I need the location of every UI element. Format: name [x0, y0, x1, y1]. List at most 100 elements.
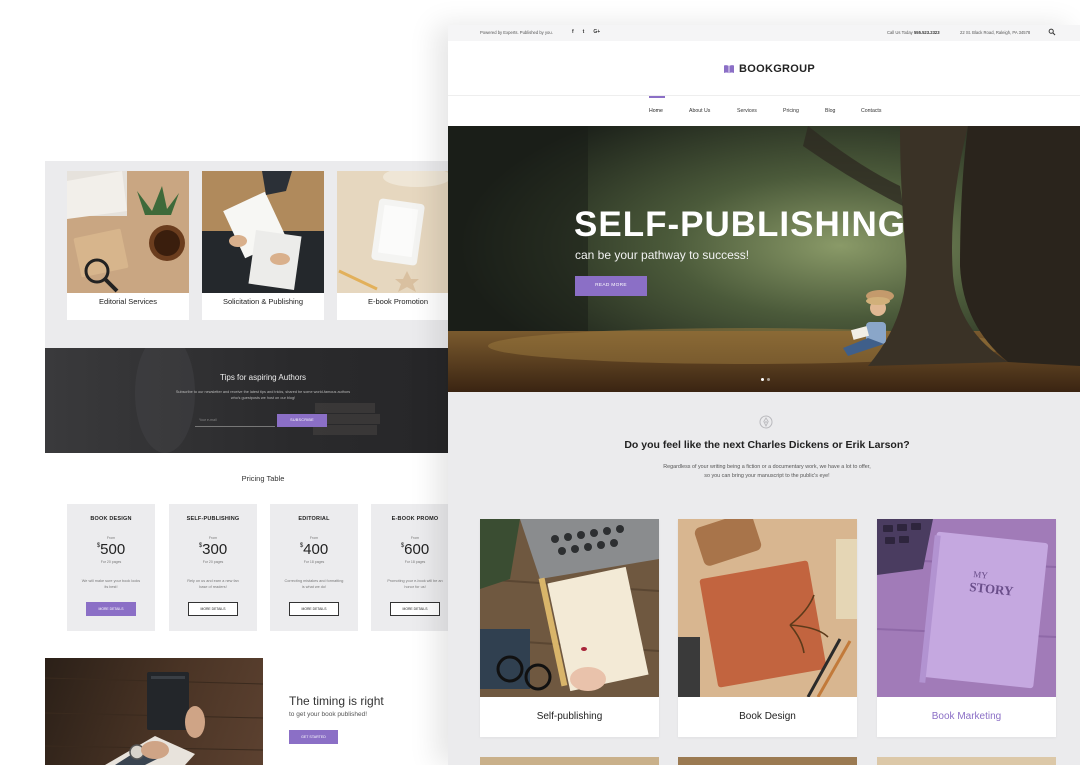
plan-from: From [208, 536, 218, 540]
intro-title: Do you feel like the next Charles Dicken… [624, 439, 910, 451]
services-band: Editorial Services Solicitation & Publis [45, 161, 465, 348]
plan-price: $500 [67, 541, 155, 558]
service-card-solicitation[interactable]: Solicitation & Publishing [202, 171, 324, 320]
screenshot-stage: Editorial Services Solicitation & Publis [0, 0, 1080, 765]
pricing-title: Pricing Table [241, 474, 285, 483]
slider-dots [761, 378, 770, 381]
price-card-ebook-promo: E-BOOK PROMO From $600 For 18 pages Prom… [371, 504, 459, 631]
hero-title: SELF-PUBLISHING [574, 205, 906, 244]
plan-price: $300 [169, 541, 257, 558]
plan-amount: 500 [100, 541, 126, 558]
service-label: Solicitation & Publishing [222, 297, 304, 306]
plan-price: $600 [371, 541, 459, 558]
plan-description: We will make sure your book looks its be… [81, 579, 141, 589]
plan-from: From [309, 536, 319, 540]
hero-slider: SELF-PUBLISHING can be your pathway to s… [448, 126, 1080, 392]
intro-line: Regardless of your writing being a ficti… [663, 464, 871, 470]
intro-line: so you can bring your manuscript to the … [704, 473, 830, 480]
search-icon[interactable] [1048, 28, 1056, 36]
twitter-icon[interactable]: t [583, 29, 585, 35]
slider-dot[interactable] [767, 378, 770, 381]
price-card-book-design: BOOK DESIGN From $500 For 20 pages We wi… [67, 504, 155, 631]
subscribe-button[interactable]: SUBSCRIBE [277, 414, 327, 427]
google-plus-icon[interactable]: G+ [593, 29, 600, 35]
nav-home[interactable]: Home [649, 108, 663, 114]
plan-amount: 600 [404, 541, 430, 558]
feature-label: Self-publishing [536, 711, 603, 722]
newsletter-email-input[interactable]: Your e-mail [195, 414, 275, 427]
next-row-preview [678, 757, 857, 765]
plan-currency: $ [299, 543, 304, 549]
intro-section: Do you feel like the next Charles Dicken… [448, 392, 1080, 765]
plan-name: BOOK DESIGN [90, 516, 132, 522]
plan-price: $400 [270, 541, 358, 558]
signing-photo [202, 171, 324, 293]
plan-description: Correcting mistakes and formatting is wh… [284, 579, 344, 589]
plan-from: From [410, 536, 420, 540]
service-card-editorial[interactable]: Editorial Services [67, 171, 189, 320]
hero-forest-image [448, 126, 1080, 392]
top-bar: Powered by Experts. Published by you. f … [448, 25, 1080, 41]
get-started-button[interactable]: GET STARTED [289, 730, 338, 744]
book-logo-icon [724, 65, 734, 74]
plan-from: From [106, 536, 116, 540]
timing-title: The timing is right [289, 694, 384, 708]
typewriter-book-photo [480, 519, 659, 697]
main-nav: Home About Us Services Pricing Blog Cont… [448, 95, 1080, 126]
nav-contacts[interactable]: Contacts [861, 108, 881, 114]
call-number[interactable]: 555.523.2323 [914, 30, 940, 35]
hero-subtitle: can be your pathway to success! [575, 248, 750, 262]
plan-currency: $ [96, 543, 101, 549]
feature-card-book-design[interactable]: Book Design [678, 519, 857, 737]
ebook-photo [337, 171, 459, 293]
nav-blog[interactable]: Blog [825, 108, 835, 114]
plan-amount: 400 [303, 541, 329, 558]
more-details-button[interactable]: MORE DETAILS [390, 602, 440, 616]
more-details-button[interactable]: MORE DETAILS [86, 602, 136, 616]
price-card-editorial: EDITORIAL From $400 For 18 pages Correct… [270, 504, 358, 631]
newsletter-title: Tips for aspiring Authors [220, 373, 306, 382]
newsletter-description: Subscribe to our newsletter and receive … [175, 390, 351, 400]
front-page-preview: Powered by Experts. Published by you. f … [448, 25, 1080, 765]
timing-photo [45, 658, 263, 765]
facebook-icon[interactable]: f [572, 29, 574, 35]
intro-description: Regardless of your writing being a ficti… [632, 463, 902, 482]
purple-book-photo: MY STORY [877, 519, 1056, 697]
logo-text: BOOKGROUP [739, 63, 816, 75]
plan-currency: $ [198, 543, 203, 549]
timing-subtitle: to get your book published! [289, 711, 368, 718]
service-card-ebook[interactable]: E-book Promotion [337, 171, 459, 320]
editorial-photo [67, 171, 189, 293]
more-details-button[interactable]: MORE DETAILS [289, 602, 339, 616]
feature-label: Book Marketing [931, 711, 1002, 722]
next-row-preview [877, 757, 1056, 765]
nav-services[interactable]: Services [737, 108, 757, 114]
plan-pages: For 20 pages [202, 560, 224, 564]
plan-name: SELF-PUBLISHING [186, 516, 240, 522]
leather-notebook-photo [678, 519, 857, 697]
feature-card-book-marketing[interactable]: MY STORY Book Marketing [877, 519, 1056, 737]
plan-name: E-BOOK PROMO [391, 516, 439, 522]
tagline: Powered by Experts. Published by you. [480, 30, 553, 35]
feature-label: Book Design [739, 711, 796, 722]
more-details-button[interactable]: MORE DETAILS [188, 602, 238, 616]
back-page-preview: Editorial Services Solicitation & Publis [45, 161, 465, 765]
plan-pages: For 18 pages [404, 560, 426, 564]
slider-dot[interactable] [761, 378, 764, 381]
feature-card-self-publishing[interactable]: Self-publishing [480, 519, 659, 737]
service-label: Editorial Services [99, 297, 157, 306]
price-card-self-publishing: SELF-PUBLISHING From $300 For 20 pages R… [169, 504, 257, 631]
active-nav-indicator [649, 96, 665, 98]
plan-pages: For 18 pages [303, 560, 325, 564]
next-row-preview [480, 757, 659, 765]
nav-pricing[interactable]: Pricing [783, 108, 799, 114]
newsletter-section: Tips for aspiring Authors Subscribe to o… [45, 348, 465, 453]
site-logo[interactable]: BOOKGROUP [723, 63, 815, 75]
plan-amount: 300 [202, 541, 228, 558]
nav-about-us[interactable]: About Us [689, 108, 710, 114]
plan-name: EDITORIAL [298, 516, 330, 522]
plan-pages: For 20 pages [100, 560, 122, 564]
plan-description: Promoting your e-book will be an honor f… [387, 579, 443, 589]
read-more-button[interactable]: READ MORE [575, 276, 647, 296]
social-links: f t G+ [572, 29, 600, 35]
